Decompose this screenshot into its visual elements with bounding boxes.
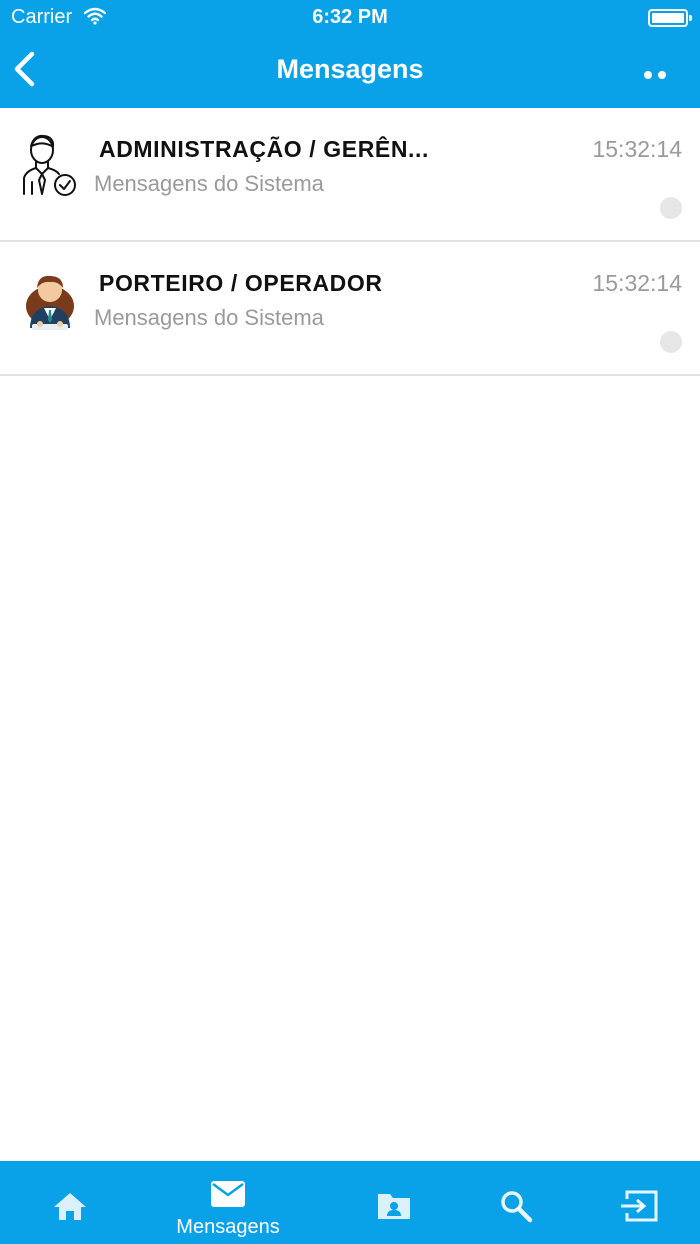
message-time: 15:32:14: [592, 270, 682, 296]
tab-label: Mensagens: [176, 1216, 280, 1238]
tab-contacts[interactable]: [324, 1161, 464, 1244]
more-dot-icon: [658, 71, 666, 79]
mail-icon: [211, 1181, 245, 1207]
tab-logout[interactable]: [569, 1161, 700, 1244]
search-icon: [501, 1191, 533, 1223]
status-bar: Carrier 6:32 PM: [0, 0, 700, 36]
manager-avatar-icon: [18, 130, 82, 198]
message-row-porteiro[interactable]: PORTEIRO / OPERADOR Mensagens do Sistema…: [0, 242, 700, 376]
message-subtitle: Mensagens do Sistema: [94, 305, 324, 330]
unread-indicator: [660, 331, 682, 353]
contacts-folder-icon: [378, 1194, 410, 1219]
home-icon: [54, 1193, 86, 1220]
tab-search[interactable]: [446, 1161, 586, 1244]
page-title: Mensagens: [276, 54, 424, 84]
status-time: 6:32 PM: [312, 6, 388, 28]
more-options-button[interactable]: [644, 66, 674, 80]
message-title: PORTEIRO / OPERADOR: [99, 270, 383, 296]
tab-home[interactable]: [0, 1161, 140, 1244]
message-time: 15:32:14: [592, 136, 682, 162]
doorman-avatar-icon: [18, 264, 82, 332]
tab-messages[interactable]: Mensagens: [158, 1161, 298, 1244]
logout-icon: [621, 1190, 658, 1222]
navigation-bar: Mensagens: [0, 36, 700, 108]
message-subtitle: Mensagens do Sistema: [94, 171, 324, 196]
message-title: ADMINISTRAÇÃO / GERÊN...: [99, 136, 430, 162]
top-bar: Carrier 6:32 PM Mensagens: [0, 0, 700, 108]
more-dot-icon: [644, 71, 652, 79]
message-list: ADMINISTRAÇÃO / GERÊN... Mensagens do Si…: [0, 108, 700, 376]
message-row-administracao[interactable]: ADMINISTRAÇÃO / GERÊN... Mensagens do Si…: [0, 108, 700, 242]
tab-bar: Mensagens: [0, 1161, 700, 1244]
battery-icon: [648, 9, 692, 27]
unread-indicator: [660, 197, 682, 219]
